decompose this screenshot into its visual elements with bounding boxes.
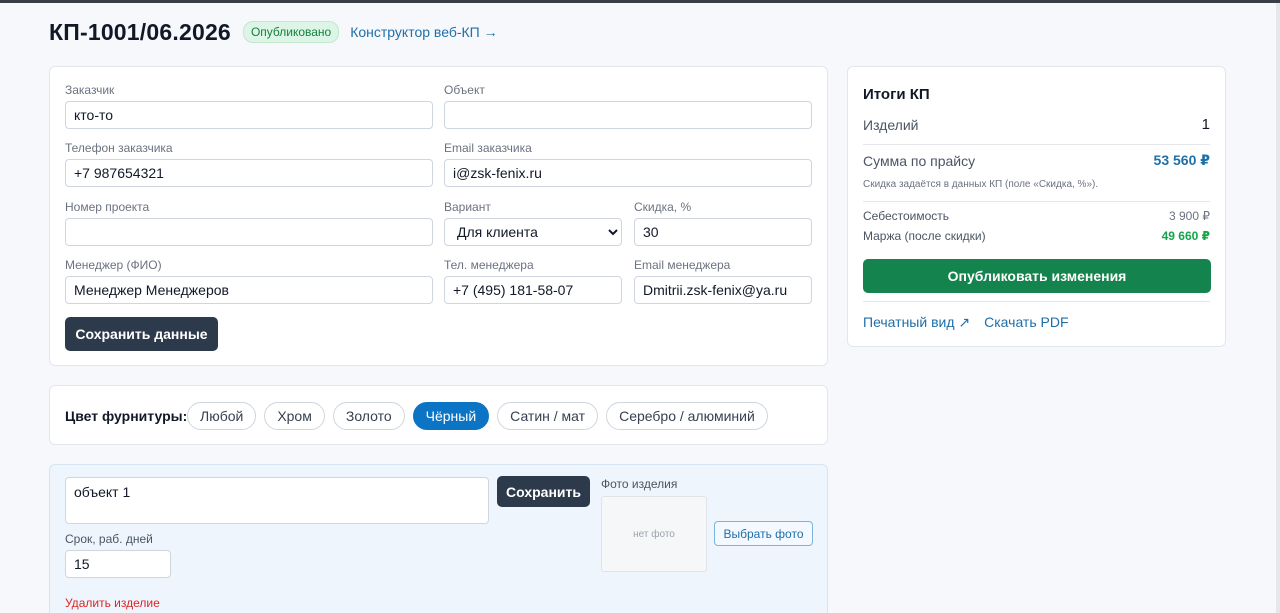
discount-note: Скидка задаётся в данных КП (поле «Скидк… [863,179,1099,190]
customer-phone-input[interactable] [65,159,433,187]
chip-black[interactable]: Чёрный [412,402,490,430]
summary-divider-2 [863,201,1210,202]
summary-divider-3 [863,301,1210,302]
page-header: КП-1001/06.2026 Опубликовано Конструктор… [49,18,498,46]
variant-select[interactable]: Для клиента [444,218,622,246]
fittings-color-label: Цвет фурнитуры: [65,408,188,424]
object-input[interactable] [444,101,812,129]
customer-email-input[interactable] [444,159,812,187]
items-count-row: Изделий 1 [863,116,1210,133]
print-view-link[interactable]: Печатный вид ↗ [863,314,970,331]
project-number-label: Номер проекта [65,200,150,214]
term-input[interactable] [65,550,171,578]
customer-label: Заказчик [65,83,115,97]
customer-phone-label: Телефон заказчика [65,141,173,155]
margin-row: Маржа (после скидки) 49 660 ₽ [863,229,1210,243]
manager-phone-input[interactable] [444,276,622,304]
margin-value: 49 660 ₽ [1161,229,1210,243]
discount-input[interactable] [634,218,812,246]
price-sum-label: Сумма по прайсу [863,152,976,169]
download-pdf-link[interactable]: Скачать PDF [984,314,1068,331]
top-border [0,0,1280,3]
chip-satin[interactable]: Сатин / мат [497,402,599,430]
delete-item-link[interactable]: Удалить изделие [65,596,160,610]
margin-label: Маржа (после скидки) [863,229,986,243]
item-description-textarea[interactable]: объект 1 [65,477,489,524]
fittings-color-chips: Любой Хром Золото Чёрный Сатин / мат Сер… [187,402,768,430]
items-count-label: Изделий [863,116,919,133]
chip-chrome[interactable]: Хром [264,402,325,430]
cost-label: Себестоимость [863,209,950,223]
photo-label: Фото изделия [601,477,678,491]
cost-row: Себестоимость 3 900 ₽ [863,209,1210,223]
manager-name-label: Менеджер (ФИО) [65,258,162,272]
cost-value: 3 900 ₽ [1169,209,1210,223]
fittings-color-card: Цвет фурнитуры: Любой Хром Золото Чёрный… [49,385,828,445]
photo-placeholder-text: нет фото [633,528,675,540]
constructor-link[interactable]: Конструктор веб-КП → [350,24,497,40]
choose-photo-button[interactable]: Выбрать фото [714,521,813,546]
summary-card: Итоги КП Изделий 1 Сумма по прайсу 53 56… [847,66,1226,347]
save-data-button[interactable]: Сохранить данные [65,317,218,351]
project-number-input[interactable] [65,218,433,246]
status-badge: Опубликовано [242,21,340,43]
object-label: Объект [444,83,485,97]
summary-divider-1 [863,144,1210,145]
chip-any[interactable]: Любой [187,402,257,430]
summary-footer-links: Печатный вид ↗ Скачать PDF [863,314,1069,331]
variant-label: Вариант [444,200,491,214]
item-card: объект 1 Сохранить Срок, раб. дней Фото … [49,464,828,613]
term-label: Срок, раб. дней [65,532,153,546]
manager-email-input[interactable] [634,276,812,304]
discount-note-row: Скидка задаётся в данных КП (поле «Скидк… [863,179,1210,190]
photo-placeholder: нет фото [601,496,707,572]
summary-title: Итоги КП [863,86,930,103]
item-save-button[interactable]: Сохранить [497,476,590,507]
chip-silver[interactable]: Серебро / алюминий [606,402,768,430]
customer-input[interactable] [65,101,433,129]
manager-name-input[interactable] [65,276,433,304]
page-title: КП-1001/06.2026 [49,18,231,45]
price-sum-row: Сумма по прайсу 53 560 ₽ [863,152,1210,169]
price-sum-value: 53 560 ₽ [1153,152,1210,168]
proposal-form-card: Заказчик Объект Телефон заказчика Email … [49,66,828,366]
items-count-value: 1 [1201,116,1210,133]
discount-label: Скидка, % [634,200,692,214]
chip-gold[interactable]: Золото [332,402,405,430]
publish-changes-button[interactable]: Опубликовать изменения [863,259,1211,293]
manager-phone-label: Тел. менеджера [444,258,534,272]
customer-email-label: Email заказчика [444,141,532,155]
manager-email-label: Email менеджера [634,258,731,272]
scrollbar[interactable] [1276,3,1280,613]
